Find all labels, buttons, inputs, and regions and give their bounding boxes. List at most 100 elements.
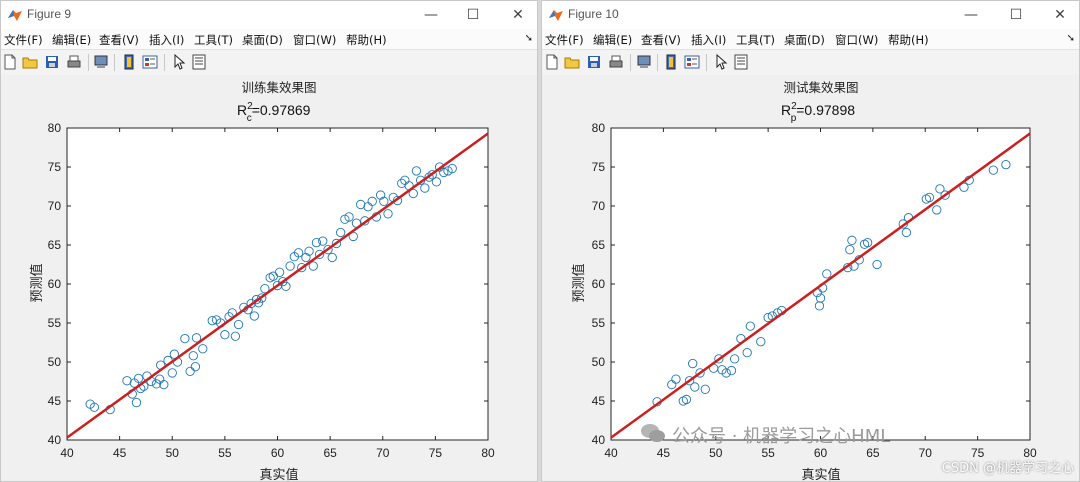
x-tick-label: 60 [271, 446, 285, 460]
link-plot-icon[interactable] [121, 54, 137, 70]
figure-canvas: 训练集效果图 R2 c=0.97869 40 45 50 55 60 65 70 75 80 40 4… [1, 75, 537, 481]
save-icon[interactable] [586, 54, 602, 70]
y-tick-label: 80 [48, 121, 62, 135]
menu-tools[interactable]: 工具(T) [194, 32, 233, 48]
menu-help[interactable]: 帮助(H) [888, 32, 929, 48]
property-inspector-icon[interactable] [142, 54, 158, 70]
save-icon[interactable] [44, 54, 60, 70]
x-tick-label: 45 [657, 446, 671, 460]
metric-r: R [237, 102, 247, 118]
toolbar [1, 49, 537, 76]
y-tick-label: 55 [48, 316, 62, 330]
figure-window: Figure 10 — ☐ ✕ 文件(F) 编辑(E) 查看(V) 插入(I) … [541, 0, 1080, 482]
plot-area: 40 45 50 55 60 65 70 75 80 40 45 50 55 60 65 70 75 80 [48, 121, 495, 460]
menu-edit[interactable]: 编辑(E) [593, 32, 632, 48]
open-folder-icon[interactable] [564, 54, 580, 70]
y-tick-label: 45 [592, 394, 606, 408]
link-plot-icon[interactable] [663, 54, 679, 70]
y-tick-label: 45 [48, 394, 62, 408]
matlab-icon [8, 10, 22, 21]
x-tick-label: 70 [919, 446, 933, 460]
close-button[interactable]: ✕ [506, 3, 530, 27]
pointer-icon[interactable] [171, 54, 187, 70]
menu-view[interactable]: 查看(V) [641, 32, 681, 48]
edit-plot-icon[interactable] [733, 54, 749, 70]
plot-title: 测试集效果图 [783, 80, 858, 95]
x-tick-label: 55 [218, 446, 232, 460]
menu-help[interactable]: 帮助(H) [346, 32, 387, 48]
y-tick-label: 70 [592, 199, 606, 213]
matlab-icon [549, 10, 563, 21]
y-tick-label: 75 [592, 160, 606, 174]
menu-edit[interactable]: 编辑(E) [52, 32, 91, 48]
open-folder-icon[interactable] [22, 54, 38, 70]
y-tick-label: 75 [48, 160, 62, 174]
x-tick-label: 40 [60, 446, 74, 460]
menu-desktop[interactable]: 桌面(D) [242, 32, 283, 48]
plot-metric: R2 c=0.97869 [237, 101, 311, 124]
menu-window[interactable]: 窗口(W) [835, 32, 878, 48]
wechat-icon [641, 424, 665, 442]
dock-arrow-icon[interactable]: ➘ [1067, 33, 1075, 44]
toolbar-separator [706, 54, 707, 71]
maximize-button[interactable]: ☐ [461, 3, 485, 27]
figure-canvas: 测试集效果图 R2 p=0.97898 40 45 50 55 60 65 70 75 80 40 4… [542, 75, 1079, 481]
print-icon[interactable] [66, 54, 82, 70]
menu-desktop[interactable]: 桌面(D) [784, 32, 825, 48]
y-tick-label: 60 [592, 277, 606, 291]
menu-view[interactable]: 查看(V) [99, 32, 139, 48]
x-tick-label: 75 [429, 446, 443, 460]
toolbar-separator [657, 54, 658, 71]
menu-bar: 文件(F) 编辑(E) 查看(V) 插入(I) 工具(T) 桌面(D) 窗口(W… [1, 29, 537, 49]
y-axis-label: 预测值 [29, 263, 45, 302]
toolbar-separator [114, 54, 115, 71]
x-axis-label: 真实值 [801, 467, 840, 482]
x-tick-label: 50 [709, 446, 723, 460]
menu-window[interactable]: 窗口(W) [293, 32, 336, 48]
window-title: Figure 9 [27, 7, 72, 21]
y-tick-label: 40 [592, 433, 606, 447]
y-tick-label: 55 [592, 316, 606, 330]
maximize-button[interactable]: ☐ [1004, 3, 1028, 27]
watermark-text: 公众号 · 机器学习之心HML [672, 426, 891, 447]
y-tick-label: 50 [48, 355, 62, 369]
print-icon[interactable] [608, 54, 624, 70]
y-tick-label: 70 [48, 199, 62, 213]
print-preview-icon[interactable] [636, 54, 652, 70]
y-tick-label: 65 [592, 238, 606, 252]
window-title: Figure 10 [568, 7, 619, 21]
minimize-button[interactable]: — [959, 3, 983, 27]
title-bar[interactable]: Figure 10 — ☐ ✕ [542, 1, 1079, 29]
csdn-credit: CSDN @机器学习之心 [941, 461, 1074, 476]
new-file-icon[interactable] [2, 54, 18, 70]
menu-insert[interactable]: 插入(I) [691, 32, 726, 48]
close-button[interactable]: ✕ [1048, 3, 1072, 27]
x-tick-label: 50 [166, 446, 180, 460]
x-axis-label: 真实值 [259, 467, 298, 482]
menu-file[interactable]: 文件(F) [545, 32, 584, 48]
menu-file[interactable]: 文件(F) [4, 32, 43, 48]
menu-bar: 文件(F) 编辑(E) 查看(V) 插入(I) 工具(T) 桌面(D) 窗口(W… [542, 29, 1079, 49]
metric-r: R [781, 102, 791, 118]
x-tick-label: 80 [481, 446, 495, 460]
pointer-icon[interactable] [713, 54, 729, 70]
property-inspector-icon[interactable] [684, 54, 700, 70]
new-file-icon[interactable] [544, 54, 560, 70]
y-tick-label: 80 [592, 121, 606, 135]
menu-tools[interactable]: 工具(T) [736, 32, 775, 48]
minimize-button[interactable]: — [419, 3, 443, 27]
title-bar[interactable]: Figure 9 — ☐ ✕ [1, 1, 537, 29]
metric-value: =0.97898 [796, 102, 855, 118]
x-tick-label: 65 [866, 446, 880, 460]
print-preview-icon[interactable] [93, 54, 109, 70]
plot-metric: R2 p=0.97898 [781, 101, 855, 124]
figure-window: Figure 9 — ☐ ✕ 文件(F) 编辑(E) 查看(V) 插入(I) 工… [0, 0, 538, 482]
menu-insert[interactable]: 插入(I) [149, 32, 184, 48]
plot-title: 训练集效果图 [241, 80, 316, 95]
dock-arrow-icon[interactable]: ➘ [525, 33, 533, 44]
y-tick-label: 50 [592, 355, 606, 369]
edit-plot-icon[interactable] [191, 54, 207, 70]
scatter-plot[interactable]: 训练集效果图 R2 c=0.97869 40 45 50 55 60 65 70 75 80404… [1, 75, 538, 482]
scatter-plot[interactable]: 测试集效果图 R2 p=0.97898 40 45 50 55 60 65 70 75 80 40 4… [542, 75, 1080, 482]
y-tick-label: 40 [48, 433, 62, 447]
